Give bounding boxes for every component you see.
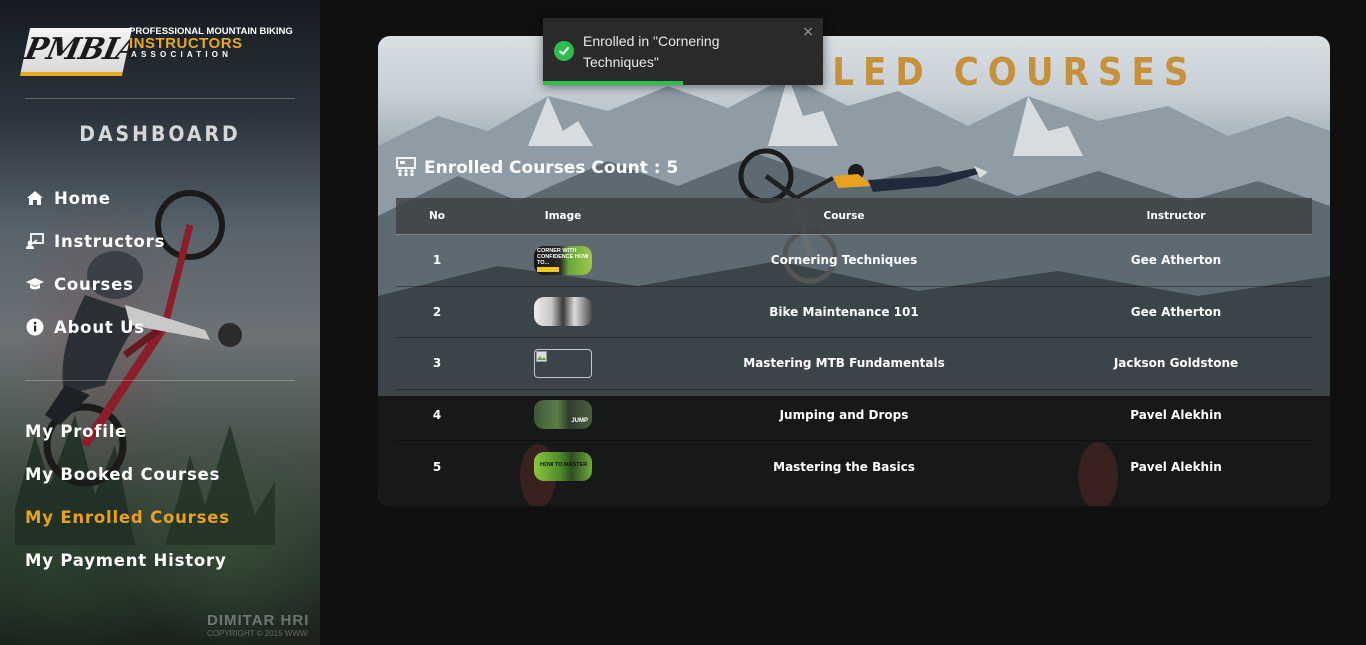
close-icon[interactable]: × <box>802 24 814 40</box>
nav-my-profile[interactable]: My Profile <box>25 422 127 441</box>
row-instructor: Pavel Alekhin <box>1130 459 1222 474</box>
row-no: 1 <box>432 253 442 268</box>
page-title: MY ENROLLED COURSES <box>560 50 1198 94</box>
logo-mark: PMBIA <box>19 28 143 76</box>
thumbnail-text: JUMP <box>571 418 588 425</box>
nav-my-enrolled-courses[interactable]: My Enrolled Courses <box>25 508 230 527</box>
row-image-cell <box>478 348 648 378</box>
thumbnail-text: HOW TO MASTER <box>540 462 588 469</box>
row-course[interactable]: Cornering Techniques <box>648 253 1040 267</box>
header-image: Image <box>544 210 582 222</box>
nav-courses-label: Courses <box>54 274 134 294</box>
photo-watermark-copyright: COPYRIGHT © 2015 WWW <box>207 629 308 638</box>
row-course[interactable]: Jumping and Drops <box>648 408 1040 422</box>
course-thumbnail[interactable]: HOW TO MASTER <box>534 452 592 482</box>
sidebar: PMBIA PROFESSIONAL MOUNTAIN BIKING INSTR… <box>0 0 320 645</box>
row-no: 4 <box>432 407 442 422</box>
row-course[interactable]: Bike Maintenance 101 <box>648 305 1040 319</box>
info-icon <box>25 317 45 337</box>
course-thumbnail[interactable]: CORNER WITH CONFIDENCE HOW TO... <box>534 245 592 275</box>
row-image-cell: JUMP <box>478 400 648 430</box>
row-course[interactable]: Mastering MTB Fundamentals <box>648 356 1040 370</box>
table-row[interactable]: 1 CORNER WITH CONFIDENCE HOW TO... Corne… <box>396 235 1312 287</box>
logo-line-3: ASSOCIATION <box>131 50 233 59</box>
row-instructor: Gee Atherton <box>1130 304 1222 319</box>
check-circle-icon <box>554 41 574 61</box>
sidebar-divider-top <box>25 98 295 99</box>
row-image-cell: CORNER WITH CONFIDENCE HOW TO... <box>478 245 648 275</box>
toast-message: Enrolled in "Cornering Techniques" <box>583 33 720 70</box>
table-header: No Image Course Instructor <box>396 198 1312 235</box>
table-row[interactable]: 4 JUMP Jumping and Drops Pavel Alekhin <box>396 390 1312 441</box>
table-row[interactable]: 3 Mastering MTB Fundamentals Jackson Gol… <box>396 338 1312 390</box>
table-row[interactable]: 2 Bike Maintenance 101 Gee Atherton <box>396 287 1312 338</box>
header-course: Course <box>823 210 865 222</box>
nav-my-booked-courses[interactable]: My Booked Courses <box>25 465 220 484</box>
nav-courses[interactable]: Courses <box>25 274 134 294</box>
nav-instructors[interactable]: Instructors <box>25 231 165 251</box>
nav-about-us[interactable]: About Us <box>25 317 145 337</box>
success-toast[interactable]: Enrolled in "Cornering Techniques" × <box>543 18 823 85</box>
row-no: 2 <box>432 304 442 319</box>
thumbnail-tag <box>537 266 559 272</box>
nav-instructors-label: Instructors <box>54 231 166 251</box>
nav-my-payment-history[interactable]: My Payment History <box>25 551 227 570</box>
nav-about-us-label: About Us <box>54 317 145 337</box>
thumbnail-text: CORNER WITH CONFIDENCE HOW TO... <box>537 247 589 266</box>
row-image-cell <box>478 297 648 327</box>
classroom-icon <box>396 156 416 180</box>
nav-home[interactable]: Home <box>25 188 111 208</box>
sidebar-divider-middle <box>25 380 295 381</box>
row-instructor: Pavel Alekhin <box>1130 407 1222 422</box>
home-icon <box>25 188 45 208</box>
row-instructor: Jackson Goldstone <box>1113 356 1239 371</box>
nav-home-label: Home <box>54 188 111 208</box>
enrolled-count-label: Enrolled Courses Count : 5 <box>424 158 679 178</box>
row-no: 5 <box>432 459 442 474</box>
header-no: No <box>428 210 445 222</box>
photo-watermark: DIMITAR HRI <box>207 612 310 629</box>
sidebar-heading: DASHBOARD <box>79 122 241 146</box>
row-instructor: Gee Atherton <box>1130 253 1222 268</box>
row-course[interactable]: Mastering the Basics <box>648 460 1040 474</box>
broken-image-icon[interactable] <box>534 348 592 378</box>
enrolled-count: Enrolled Courses Count : 5 <box>396 156 678 180</box>
instructor-board-icon <box>25 231 45 251</box>
row-no: 3 <box>432 356 442 371</box>
table-row[interactable]: 5 HOW TO MASTER Mastering the Basics Pav… <box>396 441 1312 493</box>
pmbia-logo[interactable]: PMBIA PROFESSIONAL MOUNTAIN BIKING INSTR… <box>19 24 300 80</box>
course-thumbnail[interactable] <box>534 297 592 327</box>
row-image-cell: HOW TO MASTER <box>478 452 648 482</box>
toast-progress-bar <box>543 81 683 85</box>
course-thumbnail[interactable]: JUMP <box>534 400 592 430</box>
enrolled-courses-table: No Image Course Instructor 1 CORNER WITH… <box>396 198 1312 493</box>
header-instructor: Instructor <box>1146 210 1206 222</box>
graduation-cap-icon <box>25 274 45 294</box>
